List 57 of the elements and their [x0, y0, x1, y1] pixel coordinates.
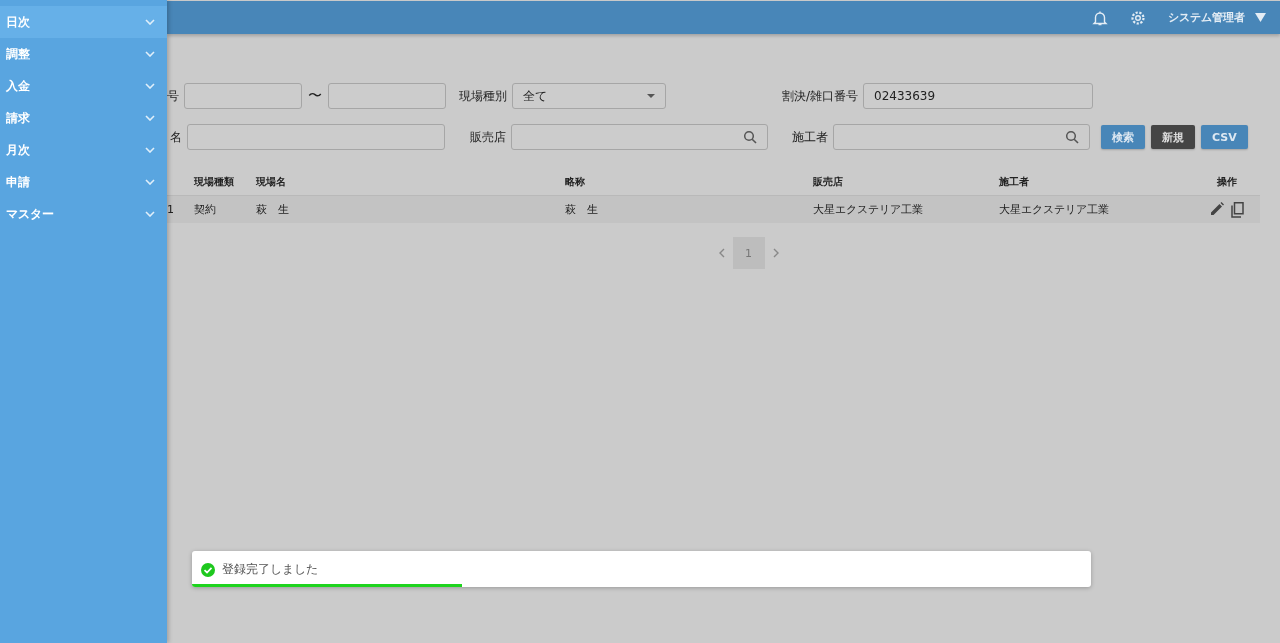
action-button[interactable]: 新規 — [1151, 125, 1195, 149]
sidebar-item[interactable]: マスター — [0, 198, 167, 230]
table-cell-text: 萩 生 — [565, 202, 599, 217]
sidebar-item[interactable]: 請求 — [0, 102, 167, 134]
table-cell-text: 大星エクステリア工業 — [999, 202, 1110, 217]
column-header: 施工者 — [999, 175, 1030, 189]
table-cell-text: 萩 生 — [256, 202, 290, 217]
column-header: 現場名 — [256, 175, 287, 189]
search-icon — [743, 130, 757, 144]
table-cell-text: 大星エクステリア工業 — [813, 202, 924, 217]
sidebar-item[interactable]: 調整 — [0, 38, 167, 70]
user-name[interactable]: システム管理者 — [1168, 10, 1245, 25]
page-button[interactable]: 1 — [732, 237, 765, 269]
column-header: 操作 — [1216, 175, 1238, 189]
action-button[interactable]: 検索 — [1101, 125, 1145, 149]
dropdown-arrow-icon — [647, 94, 655, 98]
bell-icon[interactable] — [1092, 9, 1108, 26]
input-field[interactable] — [184, 83, 302, 109]
column-header: 現場種類 — [194, 175, 235, 189]
field-label: 現場種別 — [459, 87, 507, 105]
sidebar-item[interactable]: 日次 — [0, 6, 167, 38]
chevron-right-icon[interactable] — [772, 248, 780, 258]
chevron-icon — [145, 51, 155, 57]
sidebar-item[interactable]: 入金 — [0, 70, 167, 102]
table-cell-text: 1 — [167, 203, 175, 216]
search-icon — [1065, 130, 1079, 144]
range-separator: 〜 — [308, 87, 322, 105]
field-label: 名 — [170, 128, 182, 146]
copy-icon[interactable] — [1230, 201, 1244, 218]
column-header: 略称 — [565, 175, 586, 189]
field-label: 販売店 — [470, 128, 506, 146]
chevron-icon — [145, 19, 155, 25]
input-field[interactable] — [328, 83, 446, 109]
search-field[interactable] — [511, 124, 768, 150]
chevron-icon — [145, 147, 155, 153]
dropdown[interactable]: 全て — [512, 83, 666, 109]
field-label: 号 — [167, 87, 179, 105]
action-button[interactable]: CSV — [1201, 125, 1248, 149]
caret-icon[interactable] — [1255, 13, 1266, 22]
chevron-icon — [145, 115, 155, 121]
chevron-left-icon[interactable] — [717, 248, 725, 258]
chevron-icon — [145, 83, 155, 89]
pencil-icon[interactable] — [1210, 201, 1224, 216]
search-field[interactable] — [833, 124, 1090, 150]
input-field[interactable]: 02433639 — [863, 83, 1094, 109]
chevron-icon — [145, 211, 155, 217]
check-circle-icon — [201, 562, 215, 577]
table-cell-text: 契約 — [194, 202, 217, 217]
column-header: 販売店 — [813, 175, 844, 189]
sidebar-item[interactable]: 月次 — [0, 134, 167, 166]
settings-icon[interactable] — [1130, 9, 1146, 26]
field-label: 割決/雑口番号 — [782, 87, 859, 105]
toast-message: 登録完了しました — [222, 561, 318, 578]
field-label: 施工者 — [792, 128, 828, 146]
chevron-icon — [145, 179, 155, 185]
sidebar-item[interactable]: 申請 — [0, 166, 167, 198]
input-field[interactable] — [187, 124, 445, 150]
